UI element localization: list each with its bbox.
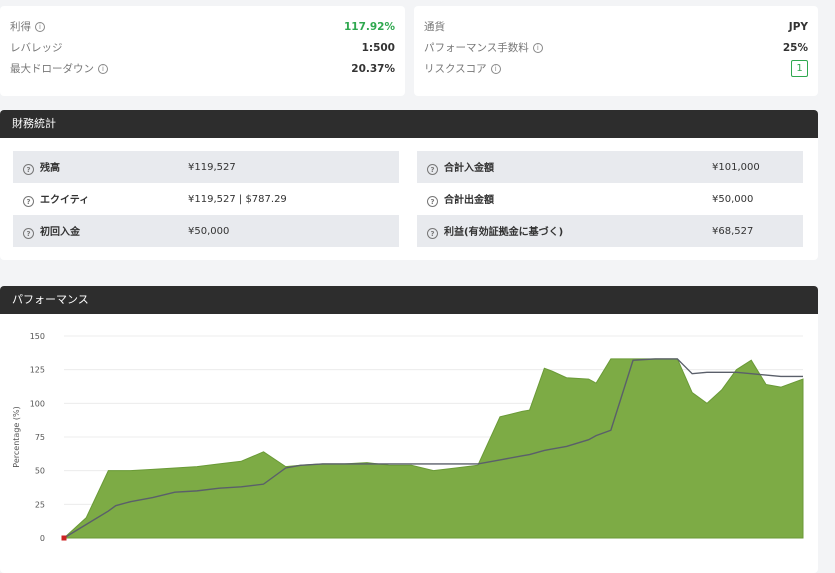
y-tick-label: 50 [35, 467, 45, 476]
gain-row: 利得 i 117.92% [10, 16, 395, 37]
leverage-value: 1:500 [361, 41, 395, 54]
info-icon[interactable]: i [35, 21, 45, 32]
profit-value: ¥68,527 [712, 225, 754, 237]
profit-label: 利益(有効証拠金に基づく) [444, 226, 564, 238]
gain-value: 117.92% [343, 20, 395, 33]
table-row: ? 合計出金額 ¥50,000 [417, 183, 803, 215]
y-tick-label: 0 [40, 534, 45, 543]
info-icon[interactable]: i [532, 42, 543, 53]
y-tick-label: 25 [35, 500, 45, 509]
help-icon[interactable]: ? [427, 228, 438, 240]
y-tick-label: 75 [35, 433, 45, 442]
table-row: ? 合計入金額 ¥101,000 [417, 151, 803, 183]
max-drawdown-value: 20.37% [351, 62, 395, 75]
fee-value: 25% [782, 41, 808, 54]
initial-deposit-label: 初回入金 [40, 226, 80, 238]
summary-left-panel: 利得 i 117.92% レバレッジ 1:500 最大ドローダウン i 20.37% [0, 6, 405, 96]
info-icon[interactable]: i [98, 63, 108, 74]
performance-title: パフォーマンス [0, 286, 818, 314]
risk-score-badge: 1 [791, 60, 808, 77]
performance-panel: パフォーマンス 150 125 100 75 50 25 0 Percentage (%) [0, 286, 818, 573]
initial-deposit-value: ¥50,000 [188, 225, 230, 237]
y-axis-label: Percentage (%) [12, 406, 21, 467]
table-row: ? 初回入金 ¥50,000 [13, 215, 399, 247]
risk-label: リスクスコア [424, 63, 487, 75]
help-icon[interactable]: ? [427, 196, 438, 208]
financial-table-right: ? 合計入金額 ¥101,000 ? 合計出金額 ¥50,000 ? 利益(有効証拠金に基… [417, 151, 803, 247]
gain-label: 利得 [10, 21, 31, 33]
summary-right-panel: 通貨 JPY パフォーマンス手数料 i 25% リスクスコア i 1 [414, 6, 818, 96]
leverage-label: レバレッジ [10, 42, 63, 54]
start-marker [61, 535, 67, 541]
y-tick-label: 150 [30, 332, 45, 341]
max-drawdown-row: 最大ドローダウン i 20.37% [10, 58, 395, 79]
y-tick-label: 100 [30, 399, 45, 408]
help-icon[interactable]: ? [427, 164, 438, 176]
financial-stats-panel: 財務統計 ? 残高 ¥119,527 ? エクイティ ¥119,527 | $787.2… [0, 110, 818, 260]
total-deposit-label: 合計入金額 [444, 162, 494, 174]
currency-value: JPY [788, 20, 808, 33]
equity-label: エクイティ [40, 194, 90, 206]
financial-table-left: ? 残高 ¥119,527 ? エクイティ ¥119,527 | $787.29 ? 初回… [13, 151, 399, 247]
currency-row: 通貨 JPY [424, 16, 808, 37]
total-withdrawal-label: 合計出金額 [444, 194, 494, 206]
currency-label: 通貨 [424, 21, 445, 33]
help-icon[interactable]: ? [23, 164, 34, 176]
balance-value: ¥119,527 [188, 161, 236, 173]
info-icon[interactable]: i [490, 63, 501, 74]
gain-area [62, 358, 804, 539]
table-row: ? 利益(有効証拠金に基づく) ¥68,527 [417, 215, 803, 247]
performance-chart: 150 125 100 75 50 25 0 Percentage (%) [12, 332, 804, 543]
max-drawdown-label: 最大ドローダウン [10, 63, 94, 75]
table-row: ? エクイティ ¥119,527 | $787.29 [13, 183, 399, 215]
equity-value: ¥119,527 | $787.29 [188, 193, 287, 205]
financial-stats-title: 財務統計 [0, 110, 818, 138]
total-deposit-value: ¥101,000 [712, 161, 760, 173]
balance-label: 残高 [40, 162, 60, 174]
help-icon[interactable]: ? [23, 228, 34, 240]
risk-row: リスクスコア i 1 [424, 58, 808, 79]
table-row: ? 残高 ¥119,527 [13, 151, 399, 183]
help-icon[interactable]: ? [23, 196, 34, 208]
y-tick-label: 125 [30, 366, 45, 375]
leverage-row: レバレッジ 1:500 [10, 37, 395, 58]
total-withdrawal-value: ¥50,000 [712, 193, 754, 205]
fee-label: パフォーマンス手数料 [424, 42, 529, 54]
fee-row: パフォーマンス手数料 i 25% [424, 37, 808, 58]
